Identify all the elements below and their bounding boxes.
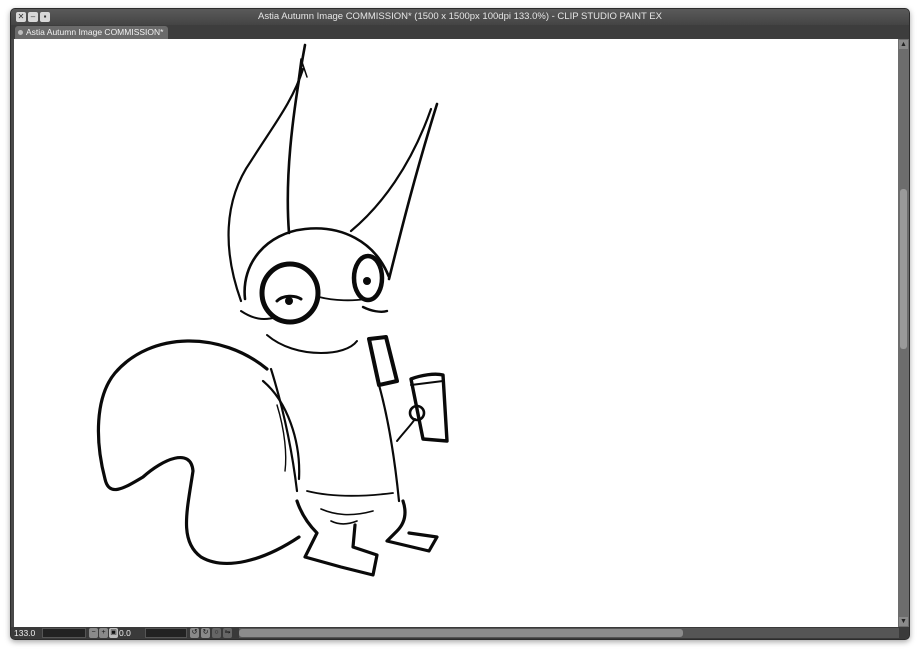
held-card xyxy=(367,335,399,387)
vertical-scroll-thumb[interactable] xyxy=(900,189,907,349)
mouth-stroke xyxy=(318,296,366,302)
flip-horizontal-icon[interactable]: ⇋ xyxy=(223,628,232,638)
rotation-value[interactable]: 0.0 xyxy=(119,628,143,638)
fit-page-icon[interactable]: ▣ xyxy=(109,628,118,638)
status-bar: 133.0 − + ▣ 0.0 ↺ ↻ ○ ⇋ xyxy=(11,627,909,639)
rotate-right-icon[interactable]: ↻ xyxy=(201,628,210,638)
reset-rotation-icon[interactable]: ○ xyxy=(212,628,221,638)
document-tab[interactable]: Astia Autumn Image COMMISSION* xyxy=(15,26,169,39)
scroll-down-icon[interactable]: ▼ xyxy=(899,617,908,626)
arm-stroke xyxy=(396,418,416,442)
rotation-slider[interactable] xyxy=(145,628,187,638)
horizontal-scroll-thumb[interactable] xyxy=(239,629,683,637)
zoom-value[interactable]: 133.0 xyxy=(14,628,40,638)
rotate-left-icon[interactable]: ↺ xyxy=(190,628,199,638)
drawing-canvas[interactable] xyxy=(14,39,898,627)
app-window: ✕ – ▪ Astia Autumn Image COMMISSION* (15… xyxy=(10,8,910,640)
right-ear-stroke xyxy=(349,107,433,233)
horizontal-scrollbar[interactable] xyxy=(239,628,899,638)
head-fur-lines xyxy=(240,310,358,354)
left-eye xyxy=(259,261,321,325)
zoom-out-icon[interactable]: − xyxy=(89,628,98,638)
left-pupil xyxy=(285,297,293,305)
leg-detail xyxy=(320,508,374,525)
zoom-in-icon[interactable]: + xyxy=(99,628,108,638)
right-pupil xyxy=(363,277,371,285)
scroll-up-icon[interactable]: ▲ xyxy=(899,40,908,49)
document-tab-label: Astia Autumn Image COMMISSION* xyxy=(26,27,164,37)
vertical-scrollbar[interactable]: ▲ ▼ xyxy=(898,39,909,627)
belly-line xyxy=(306,490,394,497)
cup-rim xyxy=(410,380,444,386)
tail-outline xyxy=(96,339,301,565)
sketch-artwork xyxy=(96,43,449,577)
title-bar[interactable]: ✕ – ▪ Astia Autumn Image COMMISSION* (15… xyxy=(11,9,909,25)
right-leg xyxy=(385,499,439,553)
document-tab-bar: Astia Autumn Image COMMISSION* xyxy=(11,25,909,39)
window-title: Astia Autumn Image COMMISSION* (1500 x 1… xyxy=(258,11,662,22)
body-right-stroke xyxy=(377,383,401,503)
zoom-slider[interactable] xyxy=(42,628,86,638)
nose-stroke xyxy=(361,305,389,313)
right-ear-inner-stroke xyxy=(387,102,439,281)
tab-close-icon[interactable] xyxy=(18,30,23,36)
